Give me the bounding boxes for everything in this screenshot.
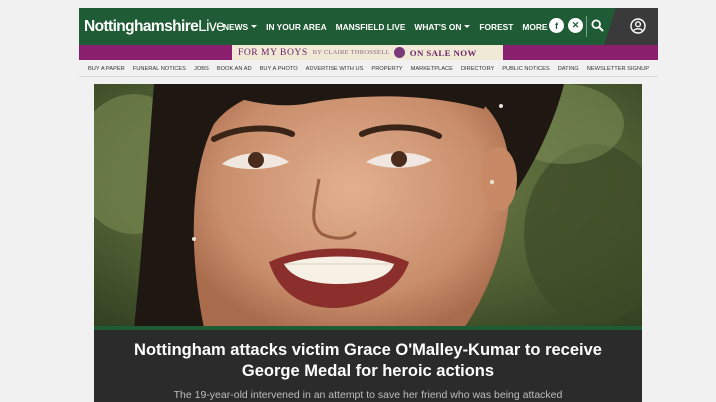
subnav-item-jobs[interactable]: JOBS (194, 66, 209, 72)
social-links: f ✕ (549, 18, 583, 33)
chevron-down-icon (251, 25, 258, 28)
nav-label: IN YOUR AREA (266, 21, 327, 32)
nav-label: FOREST (479, 21, 514, 32)
logo-text-primary: Nottinghamshire (84, 17, 199, 35)
nav-item-forest[interactable]: FOREST (479, 22, 513, 32)
subnav-item-public-notices[interactable]: PUBLIC NOTICES (502, 66, 549, 72)
book-cover-icon (393, 47, 405, 58)
subnav-item-directory[interactable]: DIRECTORY (461, 66, 494, 72)
x-twitter-icon[interactable]: ✕ (568, 18, 583, 33)
nav-label: NEWS (223, 21, 249, 32)
nav-item-whats-on[interactable]: WHAT'S ON (414, 21, 471, 32)
subnav-item-marketplace[interactable]: MARKETPLACE (411, 66, 453, 72)
promo-banner[interactable]: FOR MY BOYS BY CLAIRE THROSSELL ON SALE … (232, 45, 503, 60)
page: Nottinghamshire Live NEWS IN YOUR AREA MA… (0, 0, 716, 402)
facebook-icon[interactable]: f (549, 18, 564, 33)
nav-item-mansfield-live[interactable]: MANSFIELD LIVE (336, 22, 406, 32)
account-icon (630, 18, 646, 39)
nav-label: MANSFIELD LIVE (335, 21, 406, 32)
main-nav: NEWS IN YOUR AREA MANSFIELD LIVE WHAT'S … (223, 8, 565, 45)
subnav-item-buy-a-paper[interactable]: BUY A PAPER (88, 66, 125, 72)
hero-image[interactable] (94, 84, 642, 328)
subnav-item-dating[interactable]: DATING (558, 66, 579, 72)
article-standfirst: The 19-year-old intervened in an attempt… (173, 389, 563, 401)
header-divider (586, 16, 587, 37)
subnav-item-buy-a-photo[interactable]: BUY A PHOTO (260, 66, 298, 72)
promo-cta: ON SALE NOW (409, 47, 477, 58)
sub-nav: BUY A PAPER FUNERAL NOTICES JOBS BOOK AN… (79, 61, 658, 76)
subnav-divider (79, 76, 658, 77)
nav-item-in-your-area[interactable]: IN YOUR AREA (266, 22, 327, 32)
search-icon[interactable] (591, 19, 604, 37)
subnav-item-property[interactable]: PROPERTY (371, 66, 402, 72)
article-headline[interactable]: Nottingham attacks victim Grace O'Malley… (120, 340, 616, 382)
chevron-down-icon (464, 25, 471, 28)
subnav-item-funeral-notices[interactable]: FUNERAL NOTICES (133, 66, 186, 72)
site-logo[interactable]: Nottinghamshire Live (79, 17, 225, 36)
promo-byline: BY CLAIRE THROSSELL (312, 49, 390, 56)
account-button[interactable] (604, 8, 658, 45)
site-header: Nottinghamshire Live NEWS IN YOUR AREA MA… (79, 8, 658, 45)
nav-label: WHAT'S ON (414, 21, 462, 32)
subnav-item-advertise[interactable]: ADVERTISE WITH US (306, 66, 364, 72)
promo-title: FOR MY BOYS (238, 47, 308, 58)
nav-label: MORE (522, 21, 548, 32)
subnav-item-book-an-ad[interactable]: BOOK AN AD (217, 66, 252, 72)
logo-text-secondary: Live (198, 17, 225, 35)
subnav-item-newsletter-signup[interactable]: NEWSLETTER SIGNUP (587, 66, 649, 72)
nav-item-news[interactable]: NEWS (223, 21, 258, 32)
